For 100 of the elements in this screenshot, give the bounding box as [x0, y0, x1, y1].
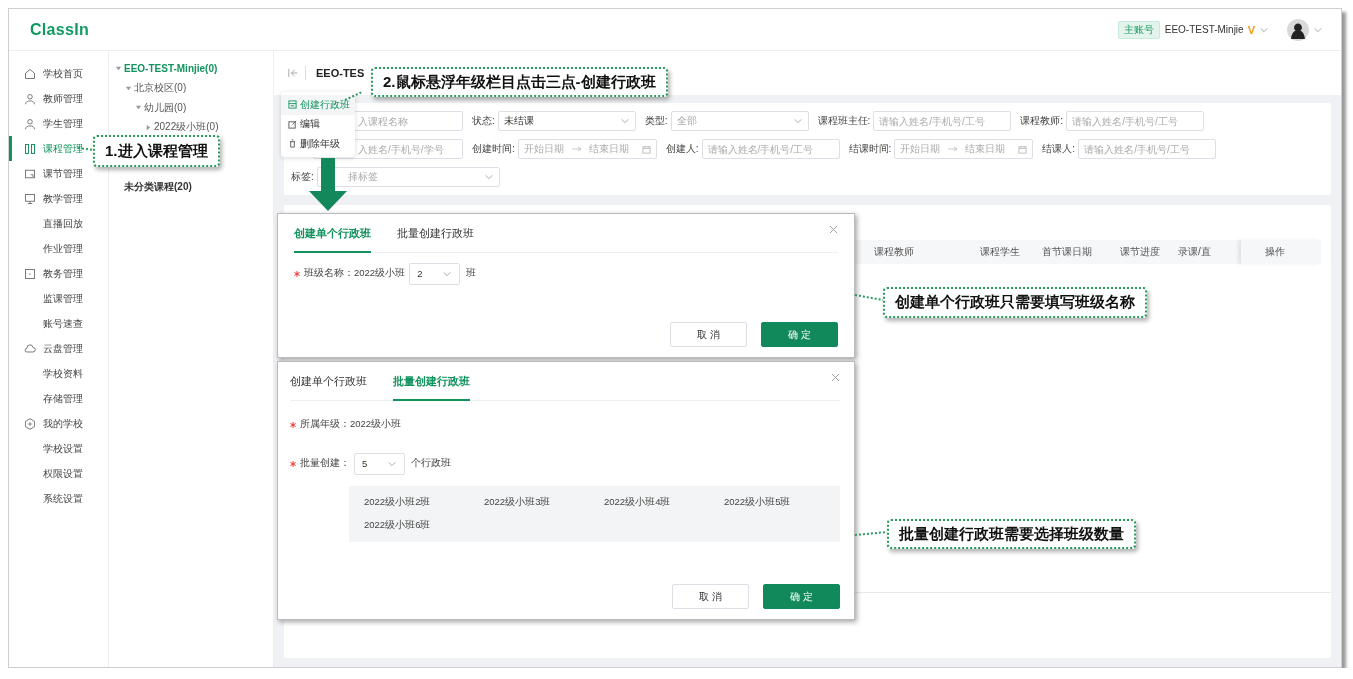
vip-mark: V	[1247, 23, 1255, 36]
sidebar-item[interactable]: 学校设置	[9, 436, 86, 461]
tab[interactable]: 批量创建行政班	[397, 214, 474, 253]
collapse-icon[interactable]	[288, 68, 298, 78]
column-header: 课程教师	[874, 245, 915, 259]
sidebar-item[interactable]: 学校资料	[9, 361, 86, 386]
column-header: 课程学生	[980, 245, 1021, 259]
tree-item[interactable]: 2022级小班(0)	[154, 120, 219, 135]
sidebar-item[interactable]: 课节管理	[9, 161, 86, 186]
filter-label: 课程教师:	[1020, 114, 1064, 128]
callout: 2.鼠标悬浮年级栏目点击三点-创建行政班	[371, 67, 668, 97]
select-field[interactable]: 5	[354, 452, 405, 475]
confirm-button[interactable]: 确 定	[763, 584, 840, 609]
chevron-icon	[619, 116, 630, 126]
home-icon	[24, 67, 36, 80]
account-name[interactable]: EEO-TEST-Minjie	[1164, 24, 1244, 35]
callout: 创建单个行政班只需要填写班级名称	[883, 287, 1147, 318]
filter-label: 结课人:	[1042, 142, 1076, 156]
sidebar-item[interactable]: 云盘管理	[9, 336, 86, 361]
field-suffix: 班	[466, 267, 477, 280]
sidebar-item[interactable]: 我的学校	[9, 411, 86, 436]
text-field[interactable]: 请输入姓名/手机号/工号	[701, 139, 840, 159]
select-field[interactable]: 2	[409, 262, 461, 285]
field-label: 所属年级：2022级小班	[300, 418, 402, 431]
column-header: 录课/直	[1178, 245, 1212, 259]
caret-down-icon[interactable]	[125, 84, 132, 92]
class-name: 2022级小班4班	[604, 496, 672, 509]
sidebar-item[interactable]: 监课管理	[9, 286, 86, 311]
sidebar-item[interactable]: 学生管理	[9, 111, 86, 136]
select-field[interactable]: 未结课	[497, 111, 636, 131]
text-field[interactable]: 请输入姓名/手机号/工号	[873, 111, 1012, 131]
class-name: 2022级小班2班	[364, 496, 432, 509]
close-icon[interactable]	[831, 373, 840, 382]
hexagon-icon	[24, 417, 36, 430]
filter-label: 课程班主任:	[817, 114, 871, 128]
sidebar-item[interactable]: 存储管理	[9, 386, 86, 411]
leader-line	[854, 531, 888, 536]
tab[interactable]: 创建单个行政班	[294, 214, 371, 253]
board-icon	[24, 192, 36, 205]
tree-item[interactable]: EEO-TEST-Minjie(0)	[124, 63, 218, 75]
calendar-icon	[641, 144, 651, 154]
leader-line	[344, 91, 363, 101]
field-label: 班级名称：2022级小班	[304, 267, 406, 280]
arrow-icon	[571, 146, 582, 152]
tree-item[interactable]: 北京校区(0)	[134, 81, 187, 96]
field-suffix: 个行政班	[411, 457, 451, 470]
start-date-placeholder: 开始日期	[900, 142, 941, 156]
filter-label: 标签:	[291, 170, 314, 184]
edit-icon	[288, 119, 297, 129]
cancel-button[interactable]: 取 消	[672, 584, 749, 609]
class-name: 2022级小班6班	[364, 519, 432, 532]
filter-label: 创建时间:	[472, 142, 515, 156]
screen-icon	[24, 167, 36, 180]
menu-item[interactable]: 创建行政班	[281, 95, 355, 115]
filter-label: 创建人:	[665, 142, 699, 156]
tab[interactable]: 批量创建行政班	[393, 362, 470, 401]
text-field[interactable]: 请输入姓名/手机号/工号	[1078, 139, 1217, 159]
callout: 1.进入课程管理	[93, 135, 220, 167]
sidebar-item[interactable]: 系统设置	[9, 486, 86, 511]
columns-icon	[24, 142, 36, 155]
person-icon	[24, 92, 36, 105]
account-badge: 主账号	[1117, 20, 1160, 39]
class-name: 2022级小班5班	[724, 496, 792, 509]
filter-label: 类型:	[644, 114, 668, 128]
sidebar-item[interactable]: 账号速查	[9, 311, 86, 336]
form-icon	[288, 100, 297, 110]
column-header: 首节课日期	[1042, 245, 1093, 259]
sidebar-item[interactable]: 教学管理	[9, 186, 86, 211]
sidebar-item[interactable]: 教师管理	[9, 86, 86, 111]
down-arrow	[309, 158, 347, 211]
tree-item[interactable]: 未分类课程(20)	[124, 179, 192, 194]
caret-right-icon[interactable]	[145, 123, 152, 131]
logo: ClassIn	[30, 20, 89, 39]
chevron-icon	[483, 172, 494, 182]
tree-item[interactable]: 幼儿园(0)	[144, 100, 187, 115]
sidebar-item[interactable]: 教务管理	[9, 261, 86, 286]
sidebar-item[interactable]: 作业管理	[9, 236, 86, 261]
cancel-button[interactable]: 取 消	[670, 322, 747, 347]
sidebar-item[interactable]: 权限设置	[9, 461, 86, 486]
end-date-placeholder: 结束日期	[965, 142, 1006, 156]
person-icon	[24, 117, 36, 130]
callout: 批量创建行政班需要选择班级数量	[887, 519, 1136, 549]
caret-down-icon[interactable]	[135, 104, 142, 112]
chevron-icon	[792, 116, 803, 126]
sidebar-item[interactable]: 直播回放	[9, 211, 86, 236]
confirm-button[interactable]: 确 定	[761, 322, 838, 347]
text-field[interactable]: 请输入姓名/手机号/工号	[1066, 111, 1205, 131]
page-title: EEO-TES	[316, 67, 365, 79]
sidebar-item[interactable]: 学校首页	[9, 61, 86, 86]
leader-line	[854, 294, 884, 301]
sidebar-item[interactable]: 课程管理	[9, 136, 86, 161]
class-name: 2022级小班3班	[484, 496, 552, 509]
field-label: 批量创建：	[300, 457, 350, 470]
arrow-icon	[948, 146, 959, 152]
close-icon[interactable]	[829, 225, 838, 234]
filter-label: 结课时间:	[848, 142, 892, 156]
caret-down-icon[interactable]	[115, 65, 122, 73]
column-header: 操作	[1241, 240, 1321, 264]
start-date-placeholder: 开始日期	[523, 142, 564, 156]
tab[interactable]: 创建单个行政班	[290, 362, 367, 401]
